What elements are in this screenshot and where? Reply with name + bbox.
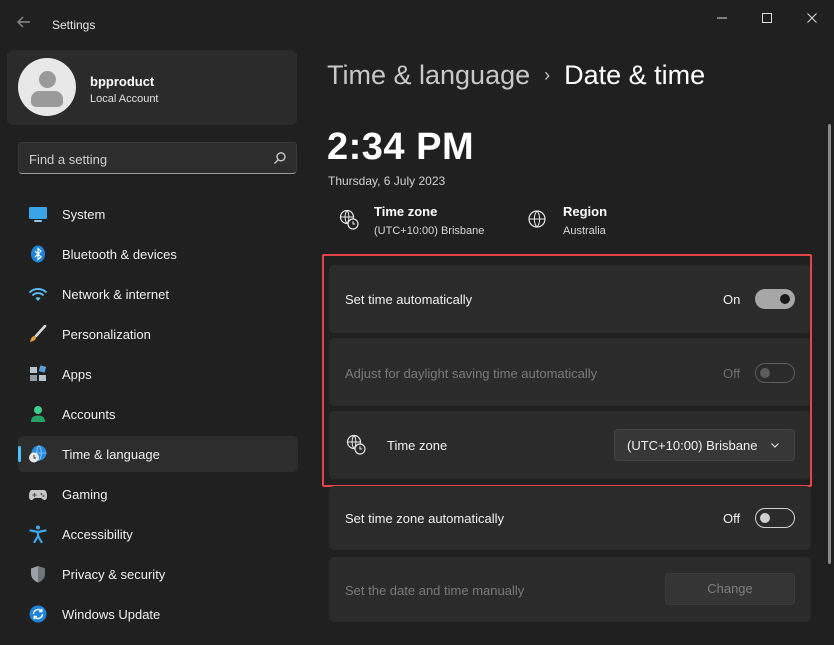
sidebar-item-label: Apps [62,367,92,382]
sidebar-nav: System Bluetooth & devices Network & int… [18,196,298,636]
sidebar-item-apps[interactable]: Apps [18,356,298,392]
current-date: Thursday, 6 July 2023 [328,174,446,188]
set-time-zone-automatically-card: Set time zone automatically Off [329,486,811,550]
app-title: Settings [52,18,96,32]
shield-icon [31,566,45,583]
accounts-icon [31,406,45,422]
sidebar-item-system[interactable]: System [18,196,298,232]
profile-card[interactable]: bpproduct Local Account [7,50,297,125]
title-bar: Settings [0,0,834,48]
close-button[interactable] [798,8,826,28]
sidebar-item-network[interactable]: Network & internet [18,276,298,312]
sidebar-item-bluetooth[interactable]: Bluetooth & devices [18,236,298,272]
sidebar-item-label: Accessibility [62,527,133,542]
sidebar-item-label: Network & internet [62,287,169,302]
gamepad-icon [29,490,47,500]
page-title: Date & time [564,60,706,90]
sidebar-item-label: Bluetooth & devices [62,247,177,262]
region-summary-value: Australia [563,225,606,237]
sidebar-item-label: Windows Update [62,607,161,622]
bluetooth-icon [31,245,45,263]
active-indicator [18,446,21,462]
sidebar-item-privacy[interactable]: Privacy & security [18,556,298,592]
maximize-icon [762,13,772,23]
scrollbar[interactable] [828,124,831,564]
sidebar-item-gaming[interactable]: Gaming [18,476,298,512]
apps-icon [30,365,47,381]
sidebar-item-label: Time & language [62,447,160,462]
timezone-summary-value: (UTC+10:00) Brisbane [374,225,485,237]
sidebar-item-label: System [62,207,106,222]
globe-icon [528,210,546,228]
sidebar-item-label: Privacy & security [62,567,166,582]
highlight-box [322,254,812,487]
sidebar-item-accessibility[interactable]: Accessibility [18,516,298,552]
search-box[interactable] [18,142,297,174]
globe-clock-icon [339,209,359,230]
maximize-button[interactable] [753,8,781,28]
sidebar-item-personalization[interactable]: Personalization [18,316,298,352]
breadcrumb: Time & language › Date & time [327,60,705,91]
sidebar-item-time-language[interactable]: Time & language [18,436,298,472]
change-button[interactable]: Change [665,573,795,605]
minimize-button[interactable] [708,8,736,28]
sidebar-item-label: Accounts [62,407,116,422]
profile-name: bpproduct [90,74,155,89]
set-time-zone-automatically-label: Set time zone automatically [345,511,504,526]
breadcrumb-parent[interactable]: Time & language [327,60,530,90]
search-icon[interactable] [273,151,287,165]
region-summary-title: Region [563,204,608,219]
accessibility-icon [29,525,47,543]
current-time: 2:34 PM [327,126,475,168]
sidebar-item-label: Gaming [62,487,108,502]
sidebar-item-accounts[interactable]: Accounts [18,396,298,432]
wifi-icon [28,288,48,301]
set-date-time-manually-card: Set the date and time manually Change [329,557,811,622]
profile-account-type: Local Account [90,93,159,105]
update-icon [29,605,47,623]
set-time-zone-automatically-state: Off [723,511,741,526]
set-time-zone-automatically-toggle[interactable] [755,508,795,528]
sidebar-item-label: Personalization [62,327,151,342]
set-date-time-manually-label: Set the date and time manually [345,583,525,598]
globe-clock-icon [29,445,47,463]
back-button[interactable] [16,14,36,34]
search-input[interactable] [29,150,259,168]
sidebar-item-windows-update[interactable]: Windows Update [18,596,298,632]
brush-icon [30,325,47,342]
breadcrumb-separator: › [544,65,551,85]
system-icon [29,207,47,222]
arrow-left-icon [17,16,30,28]
close-icon [807,13,817,23]
minimize-icon [717,17,727,19]
avatar [18,58,76,116]
timezone-summary-title: Time zone [374,204,438,219]
